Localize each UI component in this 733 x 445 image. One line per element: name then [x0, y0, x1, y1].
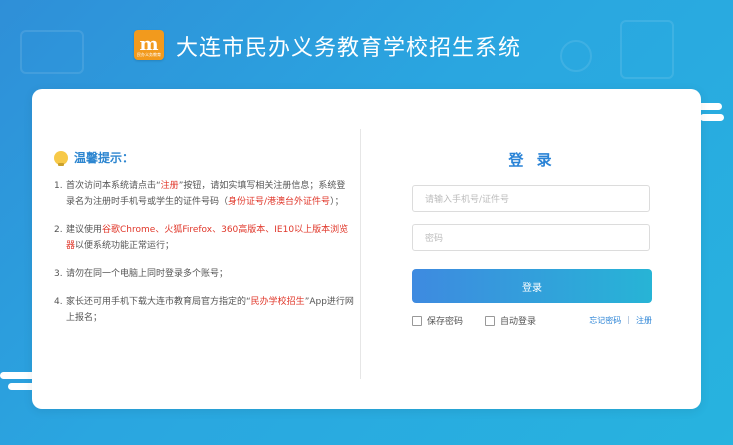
- password-input[interactable]: 密码: [412, 224, 650, 251]
- save-password-label: 保存密码: [427, 317, 464, 327]
- forgot-password-link[interactable]: 忘记密码: [589, 315, 621, 326]
- tip-segment: 以便系统功能正常运行；: [75, 241, 175, 251]
- tips-title: 温馨提示：: [74, 151, 135, 165]
- cloud-decoration: [700, 114, 724, 121]
- app-logo: m 民办义务教育: [134, 30, 164, 60]
- app-title: 大连市民办义务教育学校招生系统: [176, 36, 522, 61]
- tip-item: 2. 建议使用谷歌Chrome、火狐Firefox、360高版本、IE10以上版本…: [54, 222, 354, 254]
- login-button[interactable]: 登录: [412, 269, 652, 303]
- tips-panel: 温馨提示： 1. 首次访问本系统请点击“注册”按钮，请如实填写相关注册信息；系统登…: [54, 149, 354, 338]
- login-title: 登 录: [508, 151, 556, 169]
- bg-decoration: [560, 40, 592, 72]
- tip-item: 3. 请勿在同一个电脑上同时登录多个账号；: [54, 266, 354, 282]
- login-form: 登 录 请输入手机号/证件号 密码 登录 保存密码 自动登录 忘记密码 | 注册: [412, 149, 652, 327]
- tip-segment: 家长还可用手机下载大连市教育局官方指定的“: [66, 297, 251, 307]
- tip-number: 3.: [54, 269, 63, 279]
- tip-text: 家长还可用手机下载大连市教育局官方指定的“民办学校招生”App进行网上报名；: [66, 294, 354, 326]
- save-password-option[interactable]: 保存密码: [412, 314, 463, 327]
- tip-text: 建议使用谷歌Chrome、火狐Firefox、360高版本、IE10以上版本浏览…: [66, 222, 354, 254]
- save-password-checkbox[interactable]: [412, 315, 422, 326]
- tips-header: 温馨提示：: [54, 149, 354, 166]
- tip-text: 首次访问本系统请点击“注册”按钮，请如实填写相关注册信息；系统登录名为注册时手机…: [66, 178, 354, 210]
- lightbulb-icon: [54, 150, 68, 166]
- bg-decoration: [20, 30, 84, 74]
- tip-segment: ）；: [330, 197, 344, 207]
- auto-login-option[interactable]: 自动登录: [485, 314, 536, 327]
- divider: [360, 129, 361, 379]
- tip-highlight: 注册: [160, 181, 179, 191]
- register-link[interactable]: 注册: [636, 315, 652, 326]
- auto-login-checkbox[interactable]: [485, 315, 496, 326]
- account-links: 忘记密码 | 注册: [589, 315, 652, 326]
- tip-number: 1.: [54, 181, 63, 191]
- tips-list: 1. 首次访问本系统请点击“注册”按钮，请如实填写相关注册信息；系统登录名为注册时…: [54, 178, 354, 326]
- tip-text: 请勿在同一个电脑上同时登录多个账号；: [66, 266, 228, 282]
- username-input[interactable]: 请输入手机号/证件号: [412, 185, 650, 212]
- bg-decoration: [620, 20, 674, 79]
- tip-number: 4.: [54, 297, 63, 307]
- tip-highlight: 身份证号/港澳台外证件号: [228, 197, 331, 207]
- tip-item: 4. 家长还可用手机下载大连市教育局官方指定的“民办学校招生”App进行网上报名；: [54, 294, 354, 326]
- tip-highlight: 民办学校招生: [250, 297, 305, 307]
- tip-segment: 请勿在同一个电脑上同时登录多个账号；: [66, 269, 229, 279]
- login-card: 温馨提示： 1. 首次访问本系统请点击“注册”按钮，请如实填写相关注册信息；系统登…: [32, 89, 701, 409]
- logo-caption: 民办义务教育: [137, 52, 161, 57]
- tip-segment: 建议使用: [66, 225, 103, 235]
- tip-item: 1. 首次访问本系统请点击“注册”按钮，请如实填写相关注册信息；系统登录名为注册时…: [54, 178, 354, 210]
- tip-segment: 首次访问本系统请点击“: [66, 181, 161, 191]
- auto-login-label: 自动登录: [500, 317, 537, 327]
- login-options: 保存密码 自动登录 忘记密码 | 注册: [412, 314, 652, 327]
- tip-number: 2.: [54, 225, 63, 235]
- link-separator: |: [627, 315, 630, 324]
